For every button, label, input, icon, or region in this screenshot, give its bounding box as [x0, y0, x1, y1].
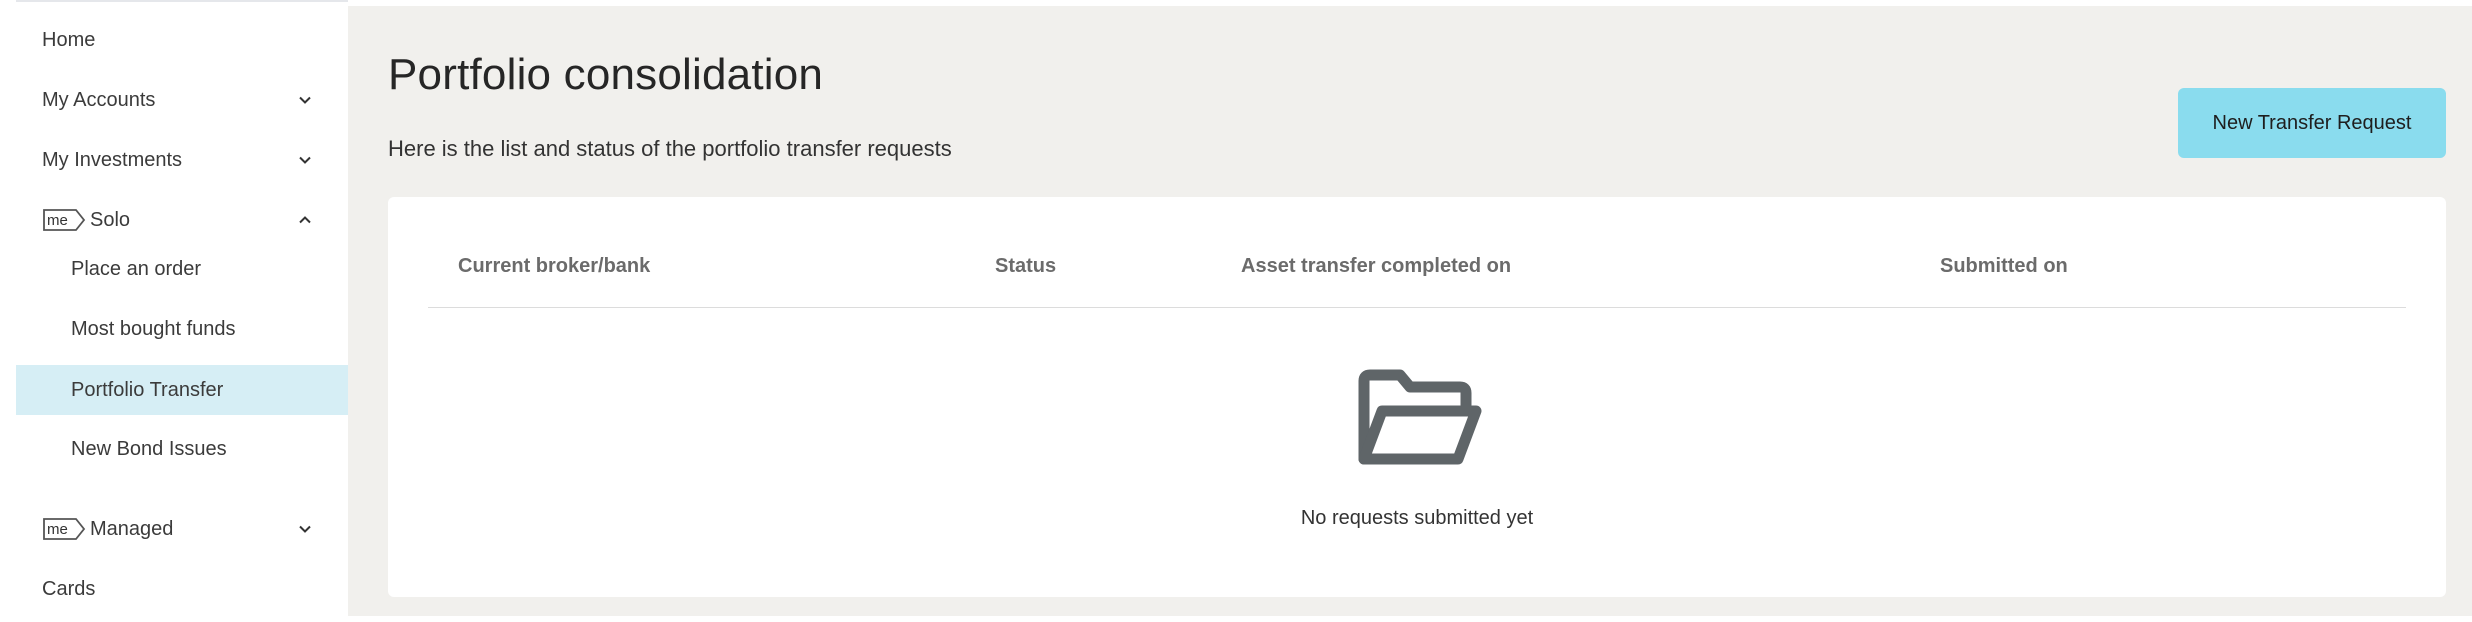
sidebar-item-place-order[interactable]: Place an order	[16, 243, 348, 295]
column-header-submitted[interactable]: Submitted on	[1940, 255, 2068, 278]
sidebar-item-label: Solo	[90, 208, 131, 231]
chevron-up-icon	[299, 216, 311, 224]
sidebar-item-label: Managed	[90, 517, 174, 540]
main-content: Portfolio consolidation Here is the list…	[348, 6, 2472, 616]
sidebar-item-most-bought-funds[interactable]: Most bought funds	[16, 303, 348, 355]
me-logo-icon: me	[42, 208, 86, 232]
sidebar-top-border	[16, 0, 348, 8]
me-logo-text: me	[47, 521, 68, 538]
column-header-broker[interactable]: Current broker/bank	[458, 255, 650, 278]
page-subtitle: Here is the list and status of the portf…	[388, 136, 952, 161]
sidebar-item-cards[interactable]: Cards	[16, 563, 348, 615]
sidebar-item-label: Cards	[42, 577, 96, 600]
sidebar-item-managed[interactable]: me Managed	[16, 503, 348, 555]
sidebar-item-new-bond-issues[interactable]: New Bond Issues	[16, 423, 348, 475]
folder-open-icon	[1358, 369, 1482, 465]
sidebar: Home My Accounts My Investments me Solo …	[0, 0, 348, 622]
bottom-edge	[348, 616, 2472, 622]
column-header-status[interactable]: Status	[995, 255, 1056, 278]
sidebar-item-label: Portfolio Transfer	[71, 378, 224, 401]
me-logo-text: me	[47, 212, 68, 229]
sidebar-item-my-accounts[interactable]: My Accounts	[16, 74, 348, 126]
sidebar-item-label: Most bought funds	[71, 317, 236, 340]
chevron-down-icon	[299, 96, 311, 104]
chevron-down-icon	[299, 525, 311, 533]
me-logo-icon: me	[42, 517, 86, 541]
sidebar-item-my-investments[interactable]: My Investments	[16, 134, 348, 186]
sidebar-item-label: Place an order	[71, 257, 202, 280]
table-header-divider	[428, 307, 2406, 308]
sidebar-item-label: Home	[42, 28, 96, 51]
sidebar-item-solo[interactable]: me Solo	[16, 194, 348, 246]
sidebar-item-portfolio-transfer[interactable]: Portfolio Transfer	[16, 365, 348, 415]
chevron-down-icon	[299, 156, 311, 164]
sidebar-item-home[interactable]: Home	[16, 14, 348, 66]
sidebar-item-label: My Accounts	[42, 88, 156, 111]
page-title: Portfolio consolidation	[388, 50, 824, 99]
sidebar-item-label: My Investments	[42, 148, 183, 171]
sidebar-item-label: New Bond Issues	[71, 437, 227, 460]
empty-state-text: No requests submitted yet	[1300, 507, 1534, 529]
new-transfer-request-button[interactable]: New Transfer Request	[2178, 88, 2446, 158]
transfer-requests-table: Current broker/bank Status Asset transfe…	[388, 197, 2446, 597]
column-header-transfer-completed[interactable]: Asset transfer completed on	[1241, 255, 1511, 278]
